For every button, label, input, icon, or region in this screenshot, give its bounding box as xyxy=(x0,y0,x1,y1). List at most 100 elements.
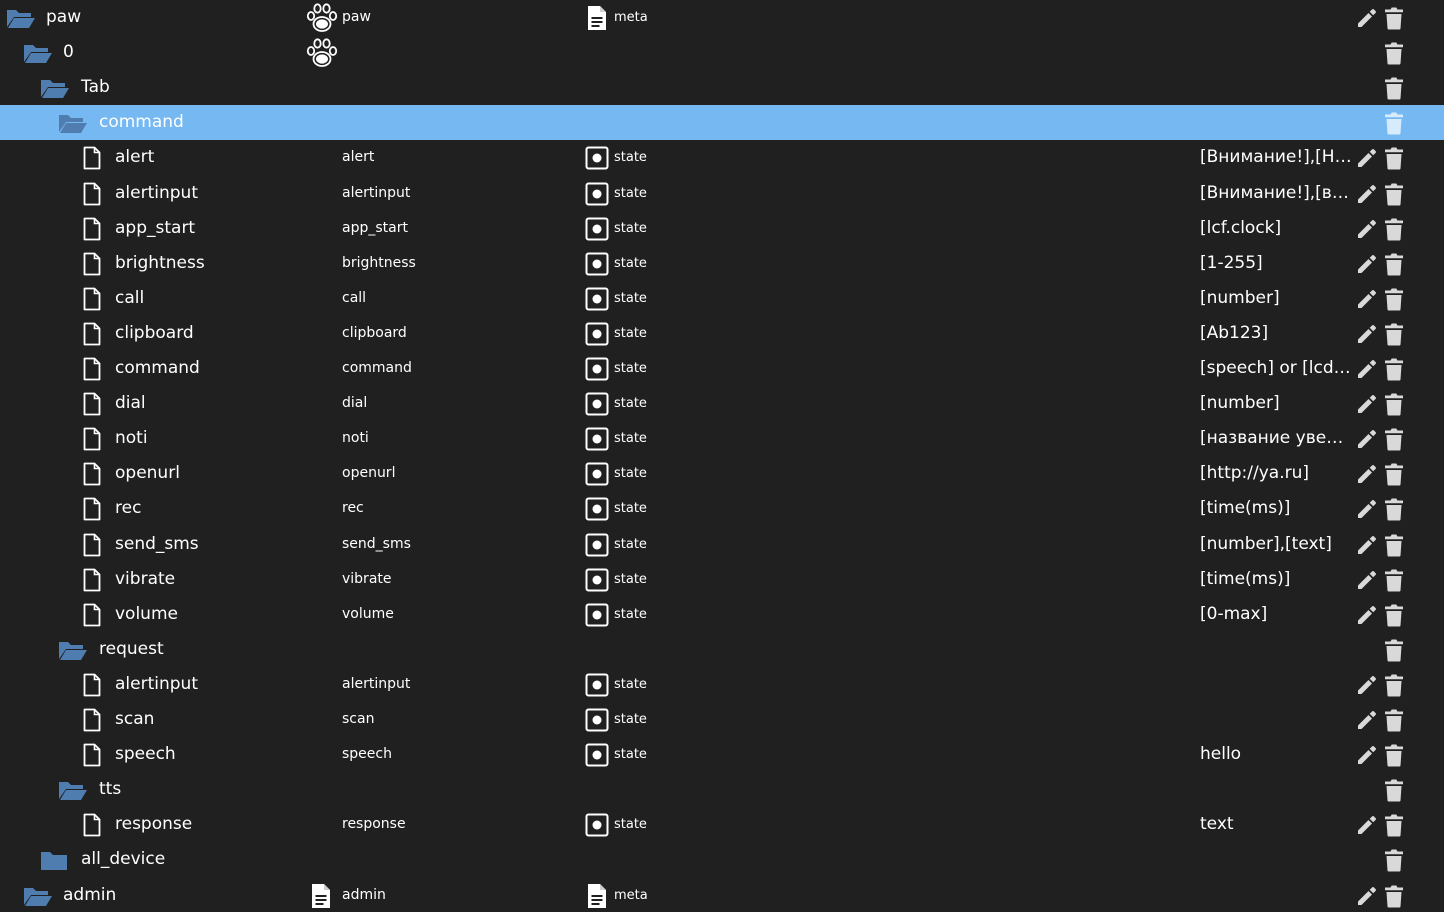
edit-icon[interactable] xyxy=(1356,667,1378,702)
file-icon xyxy=(83,246,101,281)
delete-icon[interactable] xyxy=(1384,842,1404,877)
role-label: state xyxy=(614,431,647,446)
state-value: [time(ms)] xyxy=(1200,569,1291,589)
delete-icon[interactable] xyxy=(1384,491,1404,526)
edit-icon[interactable] xyxy=(1356,737,1378,772)
delete-icon[interactable] xyxy=(1384,105,1404,140)
tree-folder-row[interactable]: tts xyxy=(0,772,1444,807)
delete-icon[interactable] xyxy=(1384,562,1404,597)
state-value: hello xyxy=(1200,744,1242,764)
edit-icon[interactable] xyxy=(1356,0,1378,35)
tree-state-row[interactable]: brightness brightness state [1-255] xyxy=(0,246,1444,281)
delete-icon[interactable] xyxy=(1384,211,1404,246)
delete-icon[interactable] xyxy=(1384,0,1404,35)
state-icon xyxy=(585,386,609,421)
folder-open-icon[interactable] xyxy=(58,632,88,667)
delete-icon[interactable] xyxy=(1384,878,1404,912)
delete-icon[interactable] xyxy=(1384,421,1404,456)
edit-icon[interactable] xyxy=(1356,176,1378,211)
edit-icon[interactable] xyxy=(1356,316,1378,351)
tree-state-row[interactable]: app_start app_start state [lcf.clock] xyxy=(0,211,1444,246)
tree-state-row[interactable]: vibrate vibrate state [time(ms)] xyxy=(0,562,1444,597)
tree-state-row[interactable]: volume volume state [0-max] xyxy=(0,597,1444,632)
state-value: [Внимание!],[Нет соединения] xyxy=(1200,147,1354,167)
delete-icon[interactable] xyxy=(1384,737,1404,772)
state-icon xyxy=(585,246,609,281)
tree-state-row[interactable]: alert alert state [Внимание!],[Нет соединен… xyxy=(0,140,1444,175)
tree-state-row[interactable]: call call state [number] xyxy=(0,281,1444,316)
tree-state-row[interactable]: noti noti state [название увед.],[текст] xyxy=(0,421,1444,456)
edit-icon[interactable] xyxy=(1356,351,1378,386)
tree-state-row[interactable]: response response state text xyxy=(0,807,1444,842)
tree-state-row[interactable]: send_sms send_sms state [number],[text] xyxy=(0,527,1444,562)
delete-icon[interactable] xyxy=(1384,702,1404,737)
delete-icon[interactable] xyxy=(1384,316,1404,351)
folder-open-icon[interactable] xyxy=(58,772,88,807)
folder-open-icon[interactable] xyxy=(23,878,53,912)
tree-state-row[interactable]: speech speech state hello xyxy=(0,737,1444,772)
tree-state-row[interactable]: scan scan state xyxy=(0,702,1444,737)
edit-icon[interactable] xyxy=(1356,421,1378,456)
tree-folder-row[interactable]: command xyxy=(0,105,1444,140)
delete-icon[interactable] xyxy=(1384,281,1404,316)
file-icon xyxy=(83,667,101,702)
tree-folder-row[interactable]: admin admin meta xyxy=(0,878,1444,912)
edit-icon[interactable] xyxy=(1356,597,1378,632)
state-name: send_sms xyxy=(115,534,199,554)
delete-icon[interactable] xyxy=(1384,667,1404,702)
folder-open-icon[interactable] xyxy=(6,0,36,35)
tree-state-row[interactable]: dial dial state [number] xyxy=(0,386,1444,421)
delete-icon[interactable] xyxy=(1384,807,1404,842)
tree-folder-row[interactable]: paw paw meta xyxy=(0,0,1444,35)
tree-folder-row[interactable]: request xyxy=(0,632,1444,667)
tree-state-row[interactable]: alertinput alertinput state [Внимание!],[вв… xyxy=(0,176,1444,211)
delete-icon[interactable] xyxy=(1384,527,1404,562)
edit-icon[interactable] xyxy=(1356,878,1378,912)
delete-icon[interactable] xyxy=(1384,35,1404,70)
state-value: [number],[text] xyxy=(1200,534,1332,554)
edit-icon[interactable] xyxy=(1356,281,1378,316)
state-value: [speech] or [lcd_on] xyxy=(1200,358,1354,378)
tree-state-row[interactable]: rec rec state [time(ms)] xyxy=(0,491,1444,526)
delete-icon[interactable] xyxy=(1384,176,1404,211)
delete-icon[interactable] xyxy=(1384,70,1404,105)
tree-folder-row[interactable]: Tab xyxy=(0,70,1444,105)
file-text-icon xyxy=(587,0,607,35)
delete-icon[interactable] xyxy=(1384,351,1404,386)
state-icon xyxy=(585,667,609,702)
edit-icon[interactable] xyxy=(1356,562,1378,597)
state-value: [Ab123] xyxy=(1200,323,1269,343)
delete-icon[interactable] xyxy=(1384,632,1404,667)
tree-folder-row[interactable]: 0 xyxy=(0,35,1444,70)
common-name: response xyxy=(342,816,406,832)
edit-icon[interactable] xyxy=(1356,246,1378,281)
folder-icon[interactable] xyxy=(40,842,68,877)
edit-icon[interactable] xyxy=(1356,491,1378,526)
tree-state-row[interactable]: openurl openurl state [http://ya.ru] xyxy=(0,456,1444,491)
common-name: alertinput xyxy=(342,185,411,201)
tree-folder-row[interactable]: all_device xyxy=(0,842,1444,877)
tree-state-row[interactable]: command command state [speech] or [lcd_on] xyxy=(0,351,1444,386)
folder-open-icon[interactable] xyxy=(58,105,88,140)
tree-state-row[interactable]: alertinput alertinput state xyxy=(0,667,1444,702)
tree-state-row[interactable]: clipboard clipboard state [Ab123] xyxy=(0,316,1444,351)
common-name: brightness xyxy=(342,255,416,271)
state-value: [1-255] xyxy=(1200,253,1263,273)
delete-icon[interactable] xyxy=(1384,140,1404,175)
edit-icon[interactable] xyxy=(1356,386,1378,421)
delete-icon[interactable] xyxy=(1384,456,1404,491)
edit-icon[interactable] xyxy=(1356,807,1378,842)
edit-icon[interactable] xyxy=(1356,527,1378,562)
state-icon xyxy=(585,562,609,597)
delete-icon[interactable] xyxy=(1384,246,1404,281)
delete-icon[interactable] xyxy=(1384,772,1404,807)
edit-icon[interactable] xyxy=(1356,211,1378,246)
folder-open-icon[interactable] xyxy=(40,70,70,105)
common-name: noti xyxy=(342,430,369,446)
folder-open-icon[interactable] xyxy=(23,35,53,70)
edit-icon[interactable] xyxy=(1356,702,1378,737)
edit-icon[interactable] xyxy=(1356,140,1378,175)
delete-icon[interactable] xyxy=(1384,386,1404,421)
delete-icon[interactable] xyxy=(1384,597,1404,632)
edit-icon[interactable] xyxy=(1356,456,1378,491)
